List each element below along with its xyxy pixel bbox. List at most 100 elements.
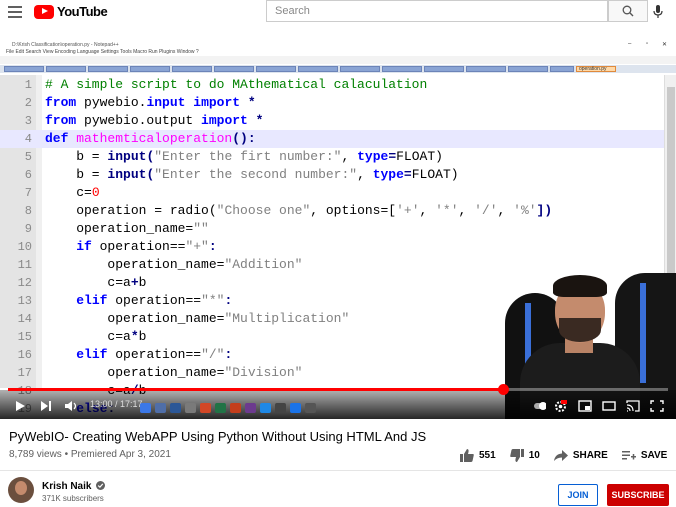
code-token: elif [76, 293, 108, 308]
video-player[interactable]: D:\Krish Classification\operation.py - N… [0, 38, 676, 419]
code-token: "Enter the second number:" [154, 167, 358, 182]
windows-taskbar [140, 402, 380, 414]
code-token: , [341, 149, 358, 164]
microphone-icon [653, 5, 663, 18]
code-token: : [224, 347, 233, 362]
npp-tab [508, 66, 548, 72]
code-token: '/' [474, 203, 498, 218]
youtube-logo[interactable]: YouTube [34, 4, 108, 19]
search-button[interactable] [608, 0, 648, 22]
play-icon[interactable] [14, 400, 26, 412]
save-label: SAVE [640, 449, 668, 461]
logo-text: YouTube [57, 4, 108, 19]
code-token: elif [76, 347, 108, 362]
volume-icon[interactable] [64, 400, 78, 412]
line-number: 16 [17, 348, 32, 362]
line-number: 8 [24, 204, 32, 218]
code-text: operation = radio("Choose one", options=… [45, 202, 552, 220]
code-line: 4 def mathemticaloperation(): [0, 130, 664, 148]
channel-avatar[interactable] [8, 477, 34, 503]
thumbs-up-icon [460, 448, 474, 462]
settings-gear-icon[interactable] [554, 400, 567, 413]
code-token: * [247, 113, 264, 128]
divider [0, 470, 676, 471]
subscriber-count: 371K subscribers [42, 494, 104, 503]
next-icon[interactable] [40, 400, 52, 412]
line-number: 13 [17, 294, 32, 308]
npp-tab [130, 66, 170, 72]
scrubber-handle[interactable] [498, 384, 509, 395]
menu-icon[interactable] [8, 6, 22, 18]
code-token: import [193, 95, 241, 110]
playlist-add-icon [621, 450, 636, 459]
code-text: elif operation=="/": [45, 346, 232, 364]
miniplayer-icon[interactable] [578, 400, 592, 412]
code-line: 1 # A simple script to do MAthematical ca… [0, 76, 664, 94]
code-token: : [208, 239, 217, 254]
code-text: c=a+b [45, 274, 146, 292]
code-token: + [130, 275, 139, 290]
taskbar-icon [305, 403, 316, 413]
progress-bar[interactable] [8, 384, 668, 395]
join-button[interactable]: JOIN [558, 484, 598, 506]
line-number: 1 [24, 78, 32, 92]
share-button[interactable]: SHARE [553, 449, 608, 461]
search-input[interactable]: Search [266, 0, 608, 22]
code-line: 2 from pywebio.input import * [0, 94, 664, 112]
code-token: operation_name= [45, 311, 225, 326]
code-token: from [45, 113, 77, 128]
code-token: * [240, 95, 256, 110]
code-token: FLOAT) [411, 167, 459, 182]
code-text: operation_name="Addition" [45, 256, 302, 274]
code-token: 0 [91, 185, 100, 200]
code-line: 5 b = input("Enter the firt number:", ty… [0, 148, 664, 166]
code-token: import [201, 113, 248, 128]
like-button[interactable]: 551 [460, 448, 496, 462]
subscribe-button[interactable]: SUBSCRIBE [607, 484, 669, 506]
save-button[interactable]: SAVE [621, 449, 668, 461]
code-text: elif operation=="*": [45, 292, 232, 310]
cast-icon[interactable] [626, 400, 640, 412]
line-number: 5 [24, 150, 32, 164]
chair-stripe [640, 283, 646, 383]
taskbar-icon [260, 403, 271, 413]
dislike-button[interactable]: 10 [509, 448, 540, 462]
line-number: 2 [24, 96, 32, 110]
code-token: type [372, 167, 404, 182]
npp-toolbar [0, 56, 676, 64]
channel-name[interactable]: Krish Naik [42, 481, 106, 492]
microphone-button[interactable] [648, 2, 668, 22]
code-token: (): [232, 131, 256, 146]
code-token: b [138, 329, 147, 344]
autoplay-toggle-icon[interactable] [534, 400, 546, 412]
code-token: , [419, 203, 436, 218]
share-icon [553, 449, 568, 461]
taskbar-icon [155, 403, 166, 413]
fullscreen-icon[interactable] [650, 400, 664, 412]
npp-tab [424, 66, 464, 72]
code-token: = [403, 167, 412, 182]
code-token: operation_name= [45, 365, 225, 380]
dislike-count: 10 [528, 449, 540, 461]
code-text: c=a*b [45, 328, 146, 346]
code-token: c= [45, 185, 92, 200]
presenter-beard [559, 318, 601, 342]
code-token: def [45, 131, 69, 146]
npp-tab-strip: operation.py [0, 65, 676, 73]
code-line: 10 if operation=="+": [0, 238, 664, 256]
code-token: c=a [45, 275, 131, 290]
maximize-icon: ▫ [646, 41, 649, 47]
theater-mode-icon[interactable] [602, 400, 616, 412]
npp-tab [340, 66, 380, 72]
code-line: 6 b = input("Enter the second number:", … [0, 166, 664, 184]
share-label: SHARE [572, 449, 608, 461]
code-token: "Choose one" [216, 203, 311, 218]
taskbar-icon [245, 403, 256, 413]
line-number: 12 [17, 276, 32, 290]
code-token: "Enter the firt number:" [154, 149, 342, 164]
code-token: # A simple script to do MAthematical cal… [45, 77, 428, 92]
npp-tab [88, 66, 128, 72]
video-title: PyWebIO- Creating WebAPP Using Python Wi… [9, 429, 427, 444]
code-text: from pywebio.input import * [45, 94, 256, 112]
